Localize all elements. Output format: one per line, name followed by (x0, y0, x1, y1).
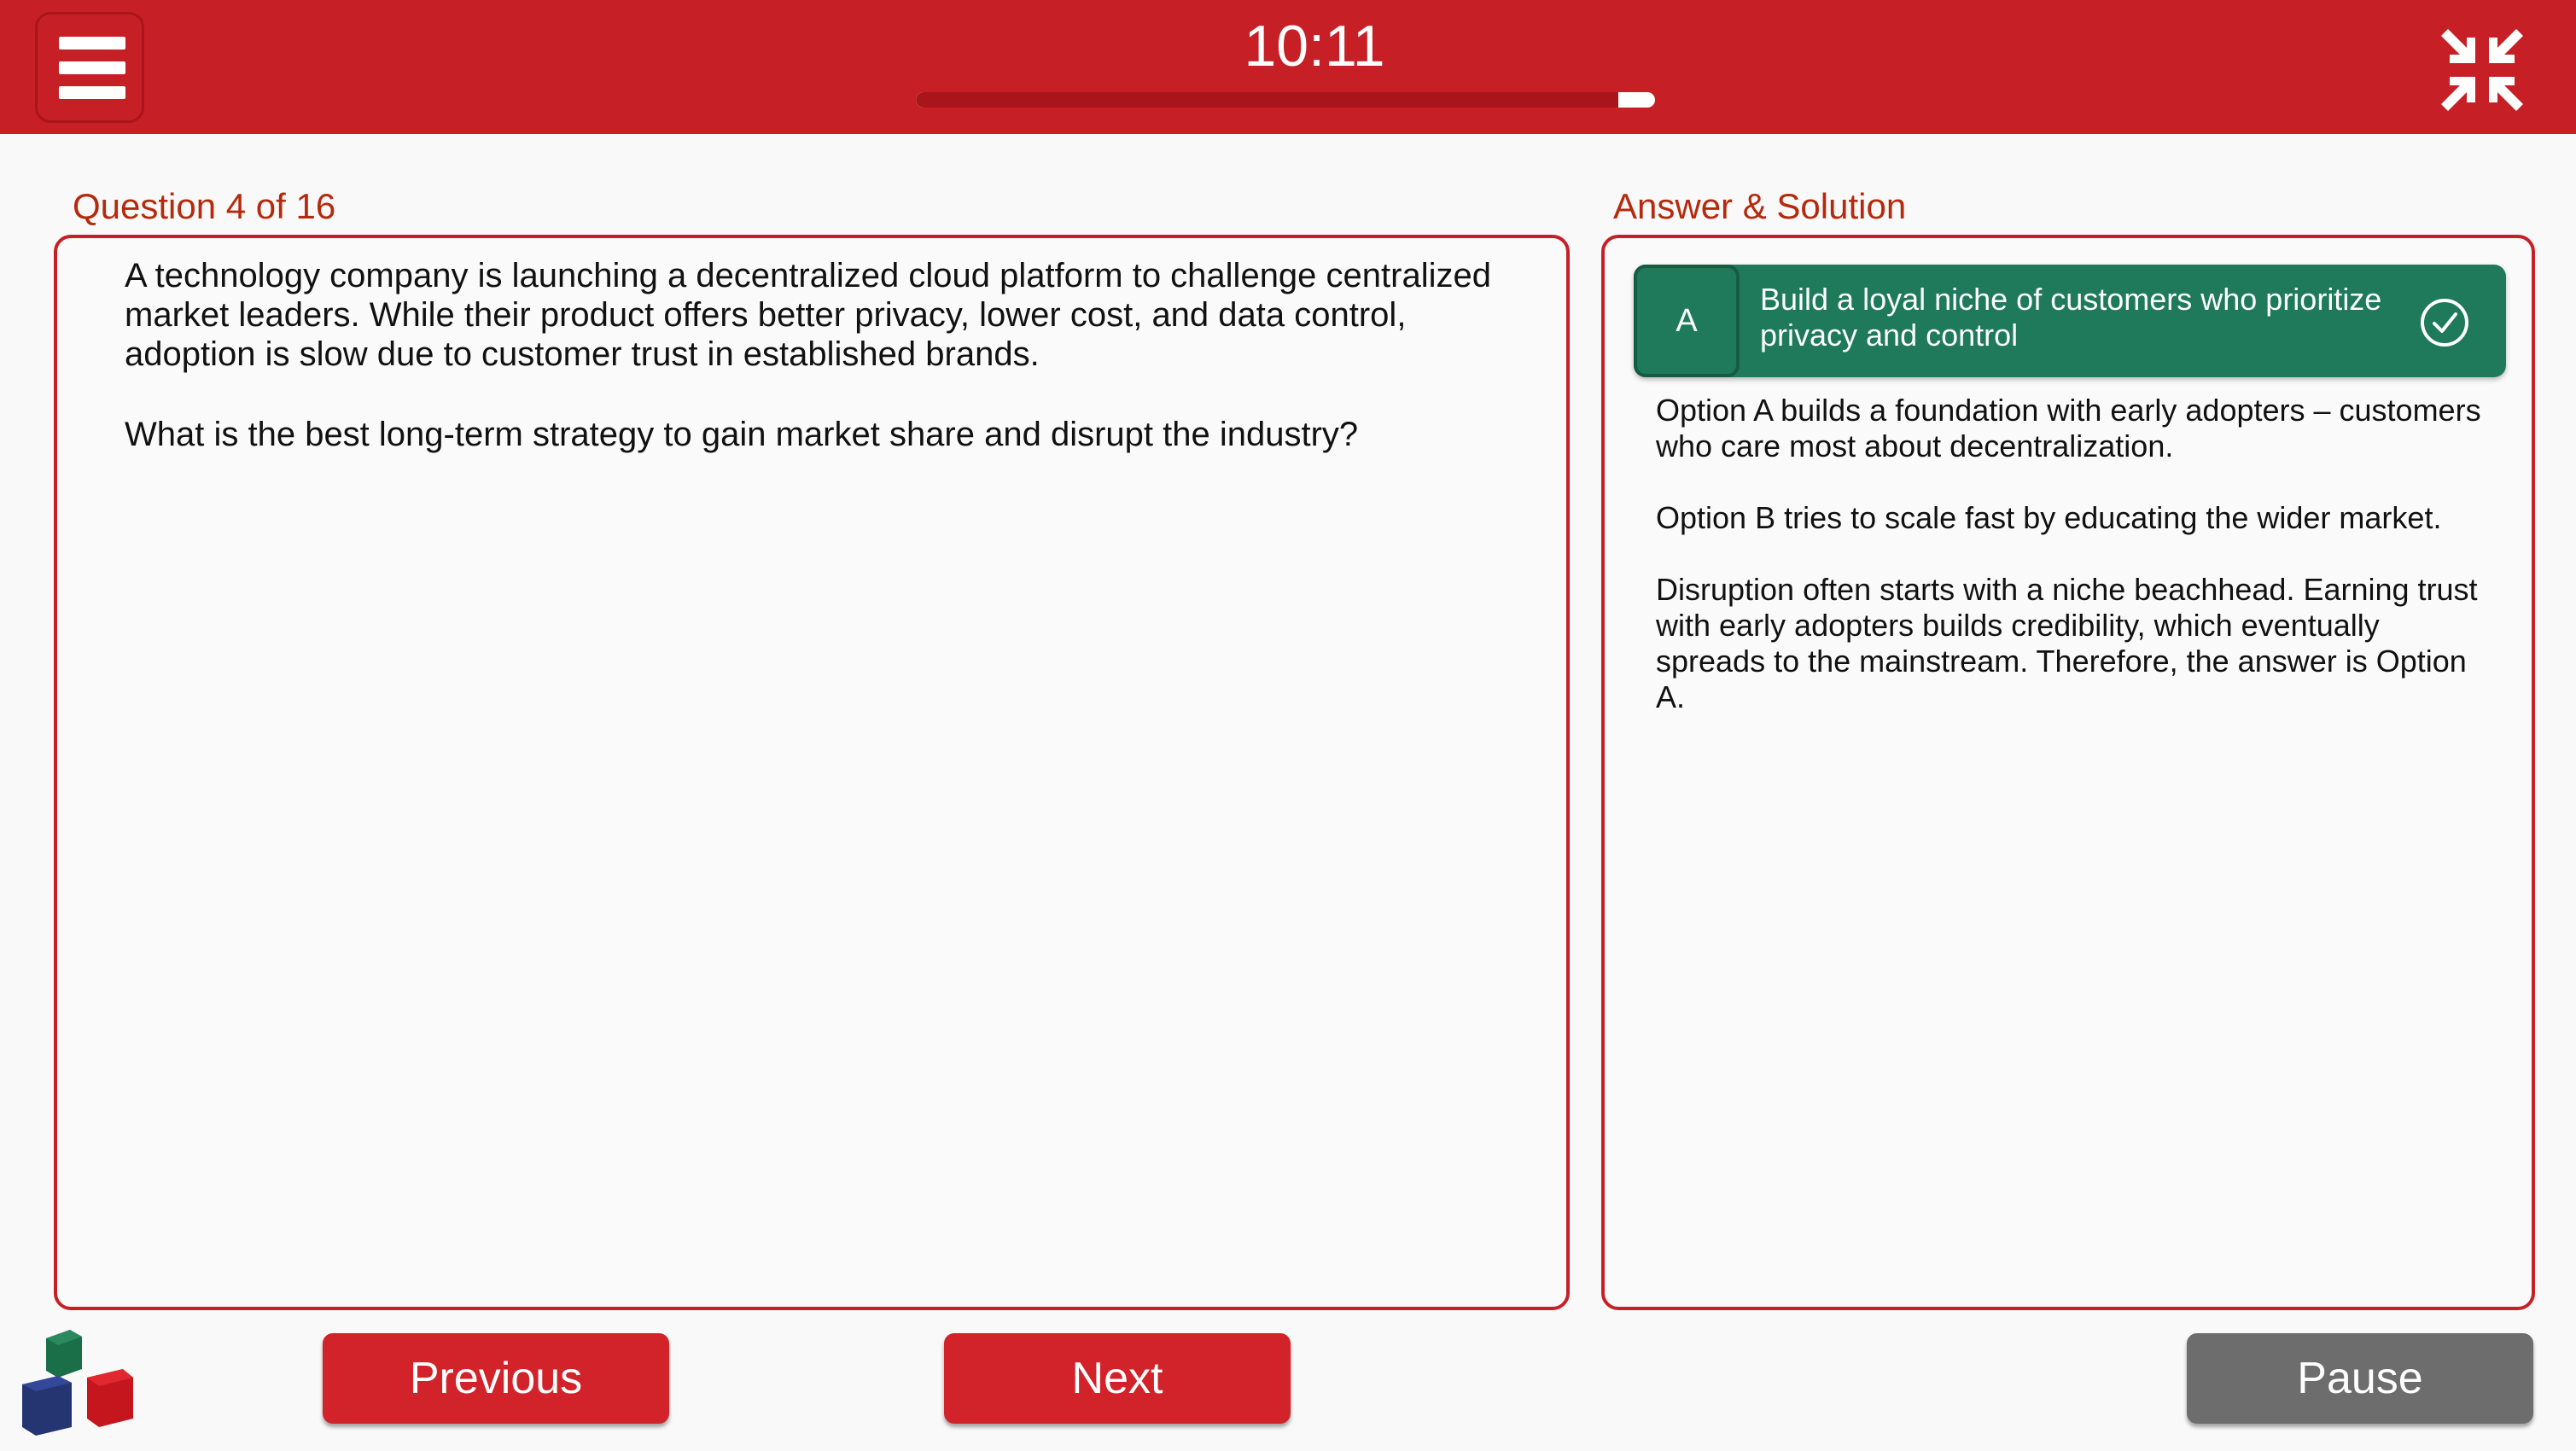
answer-section-label: Answer & Solution (1613, 186, 1907, 226)
top-bar: 10:11 (0, 0, 2576, 134)
collapse-fullscreen-icon[interactable] (2441, 29, 2523, 111)
timer: 10:11 (1244, 14, 1385, 79)
question-text: A technology company is launching a dece… (125, 256, 1516, 495)
question-counter: Question 4 of 16 (73, 186, 336, 226)
time-progress-fill (916, 92, 1618, 108)
question-paragraph: A technology company is launching a dece… (125, 257, 1491, 373)
cubes-logo (22, 1330, 133, 1436)
previous-button[interactable]: Previous (323, 1333, 669, 1424)
solution-paragraph: Option B tries to scale fast by educatin… (1656, 500, 2442, 535)
answer-text: Build a loyal niche of customers who pri… (1760, 282, 2382, 353)
question-prompt: What is the best long-term strategy to g… (125, 416, 1359, 453)
solution-text: Option A builds a foundation with early … (1656, 393, 2492, 751)
answer-letter: A (1634, 265, 1740, 377)
next-button[interactable]: Next (944, 1333, 1291, 1424)
pause-button[interactable]: Pause (2187, 1333, 2533, 1424)
time-progress-bar (916, 92, 1655, 108)
correct-answer-option: A Build a loyal niche of customers who p… (1634, 265, 2506, 377)
menu-button[interactable] (35, 12, 144, 123)
solution-paragraph: Option A builds a foundation with early … (1656, 393, 2481, 463)
solution-paragraph: Disruption often starts with a niche bea… (1656, 572, 2478, 714)
check-circle-icon (2421, 299, 2468, 347)
